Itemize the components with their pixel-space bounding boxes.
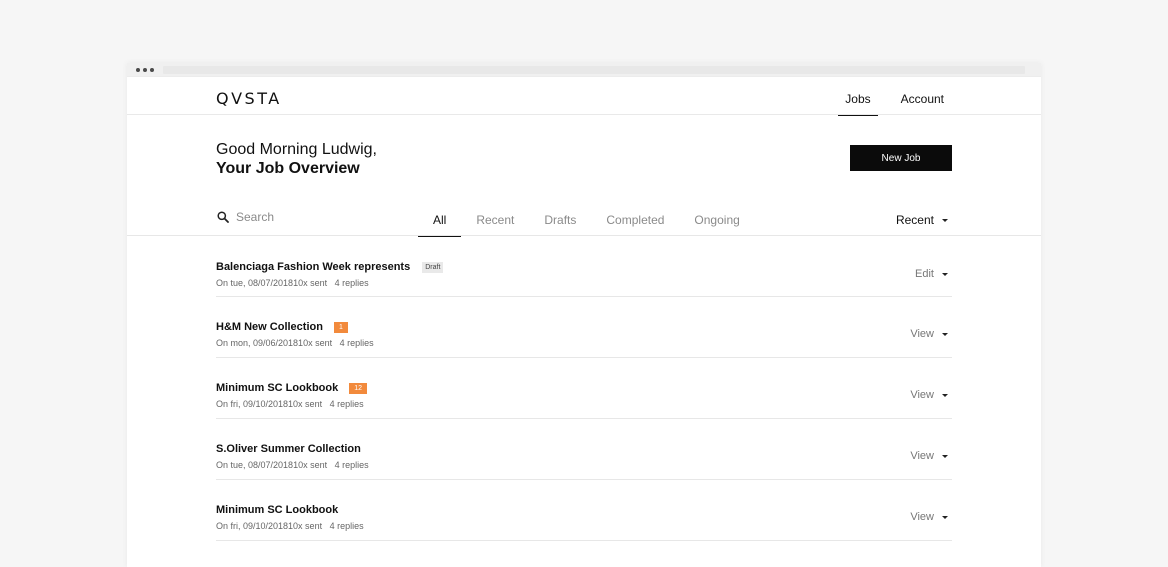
- job-date: On fri, 09/10/201810x sent: [216, 399, 323, 409]
- tab-recent[interactable]: Recent: [461, 198, 529, 236]
- browser-window: QVSTA Jobs Account Good Morning Ludwig, …: [127, 63, 1041, 567]
- overview-heading: Your Job Overview: [216, 160, 360, 177]
- job-title-row: Minimum SC Lookbook: [216, 504, 338, 516]
- tab-completed[interactable]: Completed: [591, 198, 679, 236]
- action-label: View: [910, 389, 934, 401]
- view-dropdown[interactable]: View: [910, 511, 948, 523]
- new-job-button[interactable]: New Job: [850, 145, 952, 171]
- chevron-down-icon: [942, 515, 948, 519]
- chevron-down-icon: [942, 393, 948, 397]
- job-meta: On tue, 08/07/201810x sent 4 replies: [216, 460, 369, 470]
- action-label: View: [910, 511, 934, 523]
- greeting-line: Good Morning Ludwig,: [216, 141, 377, 158]
- window-dot: [136, 68, 140, 72]
- job-title[interactable]: S.Oliver Summer Collection: [216, 443, 361, 455]
- nav-item-account[interactable]: Account: [894, 77, 951, 115]
- list-item[interactable]: Minimum SC Lookbook 12 On fri, 09/10/201…: [216, 358, 952, 419]
- view-dropdown[interactable]: View: [910, 328, 948, 340]
- job-date: On tue, 08/07/201810x sent: [216, 278, 328, 288]
- job-title-row: H&M New Collection 1: [216, 321, 348, 333]
- list-item[interactable]: Balenciaga Fashion Week represents Draft…: [216, 236, 952, 297]
- notification-badge: 12: [349, 382, 368, 394]
- window-dot: [150, 68, 154, 72]
- chevron-down-icon: [942, 218, 948, 222]
- job-replies: 4 replies: [334, 278, 369, 288]
- job-title-row: Minimum SC Lookbook 12: [216, 382, 368, 394]
- sort-label: Recent: [895, 213, 934, 227]
- window-dot: [143, 68, 147, 72]
- action-label: View: [910, 328, 934, 340]
- job-meta: On mon, 09/06/201810x sent 4 replies: [216, 338, 374, 348]
- job-replies: 4 replies: [329, 399, 364, 409]
- chevron-down-icon: [942, 272, 948, 276]
- job-replies: 4 replies: [329, 521, 364, 531]
- search-box[interactable]: [217, 210, 356, 224]
- edit-dropdown[interactable]: Edit: [915, 268, 948, 280]
- filter-bar: All Recent Drafts Completed Ongoing Rece…: [127, 198, 1041, 237]
- list-item[interactable]: Minimum SC Lookbook On fri, 09/10/201810…: [216, 480, 952, 541]
- list-item[interactable]: S.Oliver Summer Collection On tue, 08/07…: [216, 419, 952, 480]
- address-bar[interactable]: [163, 66, 1025, 74]
- chevron-down-icon: [942, 454, 948, 458]
- notification-badge: 1: [333, 321, 348, 333]
- view-dropdown[interactable]: View: [910, 450, 948, 462]
- job-date: On fri, 09/10/201810x sent: [216, 521, 323, 531]
- job-title-row: Balenciaga Fashion Week represents Draft: [216, 261, 444, 273]
- job-date: On tue, 08/07/201810x sent: [216, 460, 328, 470]
- tab-drafts[interactable]: Drafts: [529, 198, 591, 236]
- tab-ongoing[interactable]: Ongoing: [679, 198, 754, 236]
- view-dropdown[interactable]: View: [910, 389, 948, 401]
- search-icon: [217, 211, 229, 223]
- job-replies: 4 replies: [339, 338, 374, 348]
- job-meta: On fri, 09/10/201810x sent 4 replies: [216, 521, 364, 531]
- list-item[interactable]: H&M New Collection 1 On mon, 09/06/20181…: [216, 297, 952, 358]
- nav-item-jobs[interactable]: Jobs: [838, 77, 879, 116]
- page-header: Good Morning Ludwig, Your Job Overview N…: [127, 115, 1041, 198]
- top-navigation: QVSTA Jobs Account: [127, 77, 1041, 116]
- job-title-row: S.Oliver Summer Collection: [216, 443, 361, 455]
- job-title[interactable]: Minimum SC Lookbook: [216, 382, 338, 394]
- job-filter-tabs: All Recent Drafts Completed Ongoing: [418, 198, 755, 237]
- brand-logo[interactable]: QVSTA: [216, 89, 282, 108]
- tab-all[interactable]: All: [418, 198, 462, 237]
- job-list: Balenciaga Fashion Week represents Draft…: [127, 236, 1041, 541]
- window-controls[interactable]: [136, 68, 154, 72]
- job-meta: On fri, 09/10/201810x sent 4 replies: [216, 399, 364, 409]
- window-chrome: [127, 63, 1041, 77]
- job-date: On mon, 09/06/201810x sent: [216, 338, 333, 348]
- job-title[interactable]: Balenciaga Fashion Week represents: [216, 261, 410, 273]
- chevron-down-icon: [942, 332, 948, 336]
- job-meta: On tue, 08/07/201810x sent 4 replies: [216, 278, 369, 288]
- page-title: Good Morning Ludwig, Your Job Overview: [216, 140, 377, 178]
- sort-dropdown[interactable]: Recent: [896, 213, 948, 227]
- main-nav: Jobs Account: [822, 77, 951, 116]
- job-title[interactable]: Minimum SC Lookbook: [216, 504, 338, 516]
- draft-badge: Draft: [422, 261, 444, 273]
- action-label: Edit: [915, 268, 934, 280]
- search-input[interactable]: [236, 210, 356, 224]
- job-title[interactable]: H&M New Collection: [216, 321, 323, 333]
- action-label: View: [910, 450, 934, 462]
- job-replies: 4 replies: [334, 460, 369, 470]
